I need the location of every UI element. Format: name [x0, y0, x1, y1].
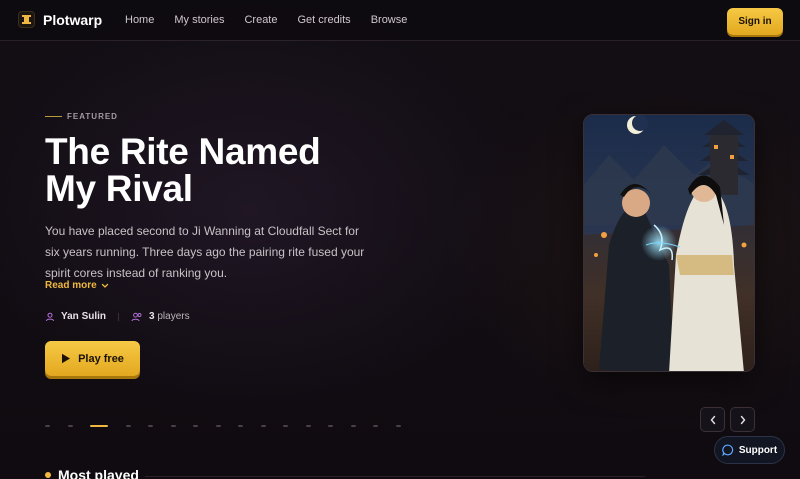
author-name: Yan Sulin: [61, 311, 107, 322]
carousel-dot[interactable]: [350, 425, 356, 427]
carousel-dot[interactable]: [45, 425, 50, 427]
carousel-dot[interactable]: [283, 425, 288, 427]
users-icon: [131, 312, 142, 321]
carousel-next-button[interactable]: [730, 407, 755, 432]
nav-my-stories[interactable]: My stories: [174, 14, 224, 26]
author[interactable]: Yan Sulin: [45, 311, 106, 322]
story-cover-art[interactable]: [583, 114, 755, 372]
nav-get-credits[interactable]: Get credits: [298, 14, 351, 26]
section-dot: [45, 472, 51, 478]
sign-in-button[interactable]: Sign in: [727, 8, 783, 35]
section-divider: [145, 476, 645, 477]
carousel-dot[interactable]: [215, 425, 221, 427]
carousel-dot[interactable]: [305, 425, 311, 427]
user-icon: [46, 312, 54, 321]
chevron-right-icon: [740, 415, 745, 424]
play-free-button[interactable]: Play free: [45, 341, 140, 376]
carousel-dot[interactable]: [67, 425, 73, 427]
top-nav-bar: Plotwarp Home My stories Create Get cred…: [0, 0, 800, 41]
title-line-1: The Rite Named: [45, 131, 321, 172]
chat-bubble-icon: [722, 444, 733, 456]
carousel-dot[interactable]: [148, 425, 153, 427]
read-more-link[interactable]: Read more: [45, 280, 109, 291]
support-label: Support: [738, 444, 778, 456]
players-count: 3 players: [131, 311, 190, 322]
story-title: The Rite Named My Rival: [45, 133, 425, 207]
cover-illustration: [584, 115, 754, 371]
brand-name: Plotwarp: [43, 11, 103, 28]
featured-eyebrow: FEATURED: [45, 112, 118, 121]
eyebrow-line: [45, 116, 62, 117]
eyebrow-label: FEATURED: [67, 112, 118, 121]
support-button[interactable]: Support: [714, 436, 785, 464]
carousel-dot[interactable]: [170, 425, 176, 427]
carousel-prev-button[interactable]: [700, 407, 725, 432]
players-number: 3: [149, 311, 155, 322]
title-line-2: My Rival: [45, 168, 193, 209]
nav-browse[interactable]: Browse: [371, 14, 408, 26]
section-title: Most played: [58, 467, 139, 479]
carousel-dot[interactable]: [238, 425, 243, 427]
carousel-indicators: [45, 425, 418, 427]
carousel-dot[interactable]: [373, 425, 378, 427]
play-label: Play free: [78, 352, 124, 365]
play-icon: [62, 353, 71, 364]
carousel-dot[interactable]: [193, 425, 198, 427]
meta-divider: [118, 312, 120, 321]
brand-logo[interactable]: Plotwarp: [18, 11, 102, 28]
scroll-icon: [18, 11, 35, 28]
carousel-dot[interactable]: [260, 425, 266, 427]
story-meta: Yan Sulin 3 players: [45, 311, 190, 322]
nav-create[interactable]: Create: [244, 14, 277, 26]
most-played-heading: Most played: [45, 467, 139, 479]
nav-home[interactable]: Home: [125, 14, 154, 26]
carousel-dot[interactable]: [90, 425, 108, 427]
carousel-dot[interactable]: [395, 425, 401, 427]
chevron-down-icon: [101, 283, 108, 288]
story-description: You have placed second to Ji Wanning at …: [45, 224, 365, 280]
players-label: players: [157, 311, 190, 322]
main-nav: Home My stories Create Get credits Brows…: [125, 14, 407, 26]
carousel-dot[interactable]: [125, 425, 131, 427]
read-more-label: Read more: [45, 280, 97, 291]
carousel-dot[interactable]: [328, 425, 333, 427]
chevron-left-icon: [710, 415, 715, 424]
